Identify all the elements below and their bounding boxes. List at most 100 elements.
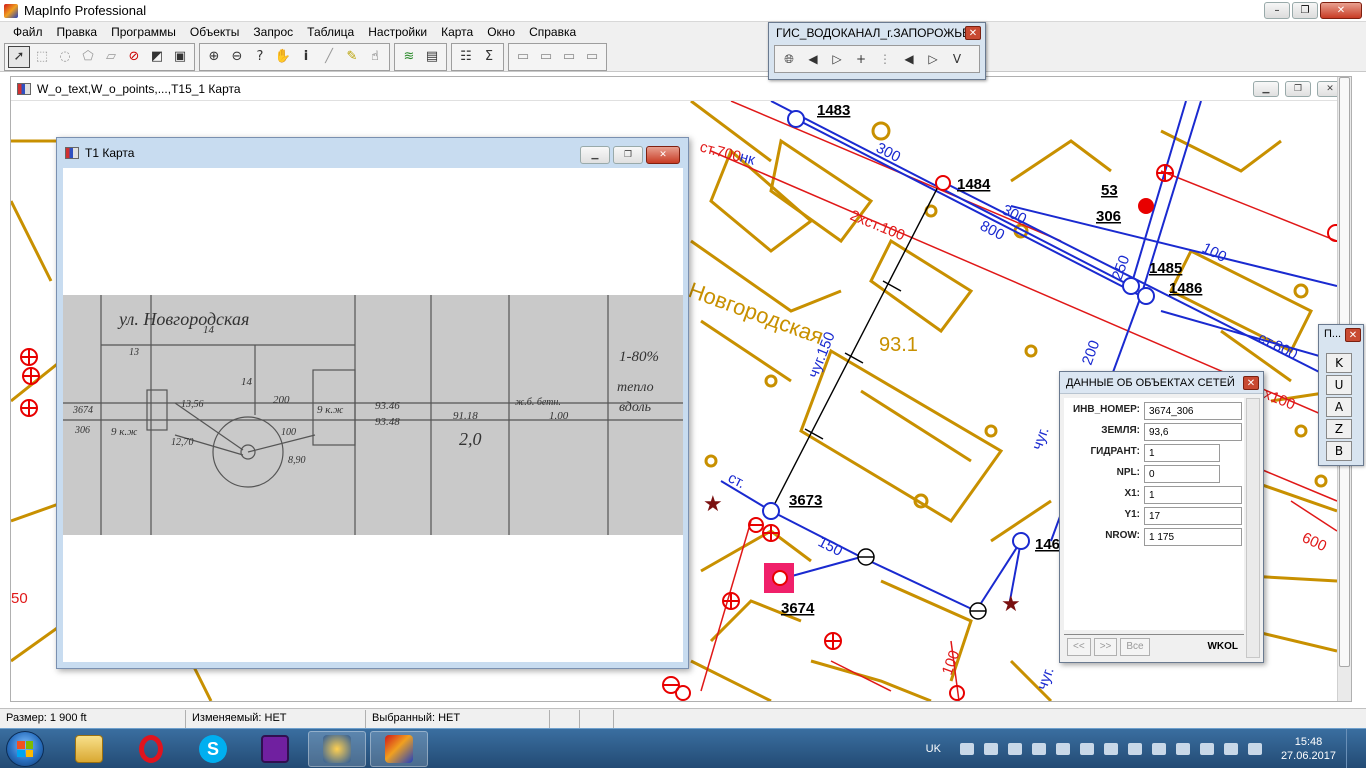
p-button-k[interactable]: K <box>1326 353 1352 373</box>
menu-objects[interactable]: Объекты <box>183 25 247 39</box>
language-indicator[interactable]: UK <box>926 743 941 755</box>
select-arrow-icon[interactable]: ➚ <box>8 45 30 68</box>
map-minimize-button[interactable]: ▁ <box>1253 81 1279 97</box>
zoom-in-icon[interactable]: ⊕ <box>203 46 225 68</box>
change-view-icon[interactable]: ? <box>249 46 271 68</box>
unselect-icon[interactable]: ⊘ <box>123 46 145 68</box>
menu-window[interactable]: Окно <box>480 25 522 39</box>
network-icon[interactable] <box>1175 743 1190 755</box>
minimize-button[interactable]: – <box>1264 2 1290 19</box>
taskbar-media-player[interactable] <box>308 731 366 767</box>
p-panel-close-button[interactable]: ✕ <box>1345 328 1361 342</box>
prev-record-button[interactable]: << <box>1067 637 1091 656</box>
menu-query[interactable]: Запрос <box>246 25 300 39</box>
p-button-a[interactable]: A <box>1326 397 1352 417</box>
taskbar-mapinfo[interactable] <box>370 731 428 767</box>
redistrict-a-icon[interactable]: ▭ <box>512 46 534 68</box>
radius-select-icon[interactable]: ◌ <box>54 46 76 68</box>
all-records-button[interactable]: Все <box>1120 637 1150 656</box>
node-1485[interactable] <box>1122 277 1140 295</box>
menu-edit[interactable]: Правка <box>50 25 105 39</box>
next-record-button[interactable]: >> <box>1093 637 1118 656</box>
p-button-u[interactable]: U <box>1326 375 1352 395</box>
menu-help[interactable]: Справка <box>522 25 583 39</box>
p-button-b[interactable]: B <box>1326 441 1352 461</box>
y1-value[interactable]: 17 <box>1144 507 1242 525</box>
close-button[interactable]: ✕ <box>1320 2 1362 19</box>
plus-icon[interactable]: + <box>850 48 872 70</box>
redistrict-c-icon[interactable]: ▭ <box>558 46 580 68</box>
nrow-value[interactable]: 1 175 <box>1144 528 1242 546</box>
taskbar-explorer[interactable] <box>60 731 118 767</box>
notification-icon[interactable] <box>1247 743 1262 755</box>
menu-file[interactable]: Файл <box>6 25 50 39</box>
menu-map[interactable]: Карта <box>434 25 480 39</box>
menu-tools[interactable]: Программы <box>104 25 183 39</box>
layer-control-icon[interactable]: ≋ <box>398 46 420 68</box>
status-editable[interactable]: Изменяемый: НЕТ <box>186 709 366 728</box>
check-v-icon[interactable]: V <box>946 48 968 70</box>
arrow-left-icon[interactable]: ◀ <box>802 48 824 70</box>
x1-value[interactable]: 1 <box>1144 486 1242 504</box>
redistrict-b-icon[interactable]: ▭ <box>535 46 557 68</box>
inverse-select-icon[interactable]: ▣ <box>169 46 191 68</box>
node-1486[interactable] <box>1137 287 1155 305</box>
taskbar-clock[interactable]: 15:48 27.06.2017 <box>1281 735 1336 763</box>
tray-app-icon-2[interactable] <box>983 743 998 755</box>
hydrant-value[interactable]: 1 <box>1144 444 1220 462</box>
tray-app-icon-5[interactable] <box>1079 743 1094 755</box>
data-panel-scrollbar[interactable] <box>1246 398 1260 658</box>
zoom-out-icon[interactable]: ⊖ <box>226 46 248 68</box>
taskbar-opera[interactable] <box>122 731 180 767</box>
maximize-button[interactable]: ❐ <box>1292 2 1318 19</box>
arrow-left-2-icon[interactable]: ◀ <box>898 48 920 70</box>
grabber-hand-icon[interactable]: ✋ <box>272 46 294 68</box>
menu-options[interactable]: Настройки <box>361 25 434 39</box>
battery-icon[interactable] <box>1223 743 1238 755</box>
tree-icon[interactable]: ⋮ <box>874 48 896 70</box>
tray-app-icon-7[interactable] <box>1127 743 1142 755</box>
polygon-select-icon[interactable]: ⬠ <box>77 46 99 68</box>
tray-app-icon-6[interactable] <box>1103 743 1118 755</box>
tray-flag-icon[interactable] <box>1007 743 1022 755</box>
sum-icon[interactable]: Σ <box>478 46 500 68</box>
legend-icon[interactable]: ▤ <box>421 46 443 68</box>
show-desktop-button[interactable] <box>1346 729 1358 768</box>
redistrict-d-icon[interactable]: ▭ <box>581 46 603 68</box>
t1-close-button[interactable]: ✕ <box>646 146 680 164</box>
arrow-right-2-icon[interactable]: ▷ <box>922 48 944 70</box>
label-icon[interactable]: ✎ <box>341 46 363 68</box>
t1-restore-button[interactable]: ❐ <box>613 146 643 164</box>
taskbar-skype[interactable]: S <box>184 731 242 767</box>
ground-value[interactable]: 93,6 <box>1144 423 1242 441</box>
map-restore-button[interactable]: ❐ <box>1285 81 1311 97</box>
node-3673[interactable] <box>762 502 780 520</box>
arrow-right-outline-icon[interactable]: ▷ <box>826 48 848 70</box>
tray-app-icon-3[interactable] <box>1031 743 1046 755</box>
selected-hydrant-3674[interactable] <box>764 563 794 593</box>
volume-icon[interactable] <box>1199 743 1214 755</box>
t1-map-content[interactable]: ул. Новгородская 14 13 3674 306 9 к.ж 9 … <box>63 168 683 662</box>
boundary-select-icon[interactable]: ▱ <box>100 46 122 68</box>
tray-app-icon-1[interactable] <box>959 743 974 755</box>
gis-toolbar-close-button[interactable]: ✕ <box>965 26 981 40</box>
new-browser-icon[interactable]: ☷ <box>455 46 477 68</box>
tray-app-icon-4[interactable] <box>1055 743 1070 755</box>
hotlink-icon[interactable]: ☝ <box>364 46 386 68</box>
status-selected[interactable]: Выбранный: НЕТ <box>366 709 550 728</box>
node-1483[interactable] <box>787 110 805 128</box>
ruler-icon[interactable]: ╱ <box>318 46 340 68</box>
graphic-select-icon[interactable]: ◩ <box>146 46 168 68</box>
info-icon[interactable]: i <box>295 46 317 68</box>
taskbar-save-disk[interactable] <box>246 731 304 767</box>
globe-icon[interactable]: 🌐︎ <box>778 48 800 70</box>
start-button[interactable] <box>6 731 44 767</box>
t1-minimize-button[interactable]: ▁ <box>580 146 610 164</box>
marquee-select-icon[interactable]: ⬚ <box>31 46 53 68</box>
bluetooth-icon[interactable] <box>1151 743 1166 755</box>
node-146[interactable] <box>1012 532 1030 550</box>
inv-number-value[interactable]: 3674_306 <box>1144 402 1242 420</box>
p-button-z[interactable]: Z <box>1326 419 1352 439</box>
menu-table[interactable]: Таблица <box>300 25 361 39</box>
data-panel-close-button[interactable]: ✕ <box>1243 376 1259 390</box>
